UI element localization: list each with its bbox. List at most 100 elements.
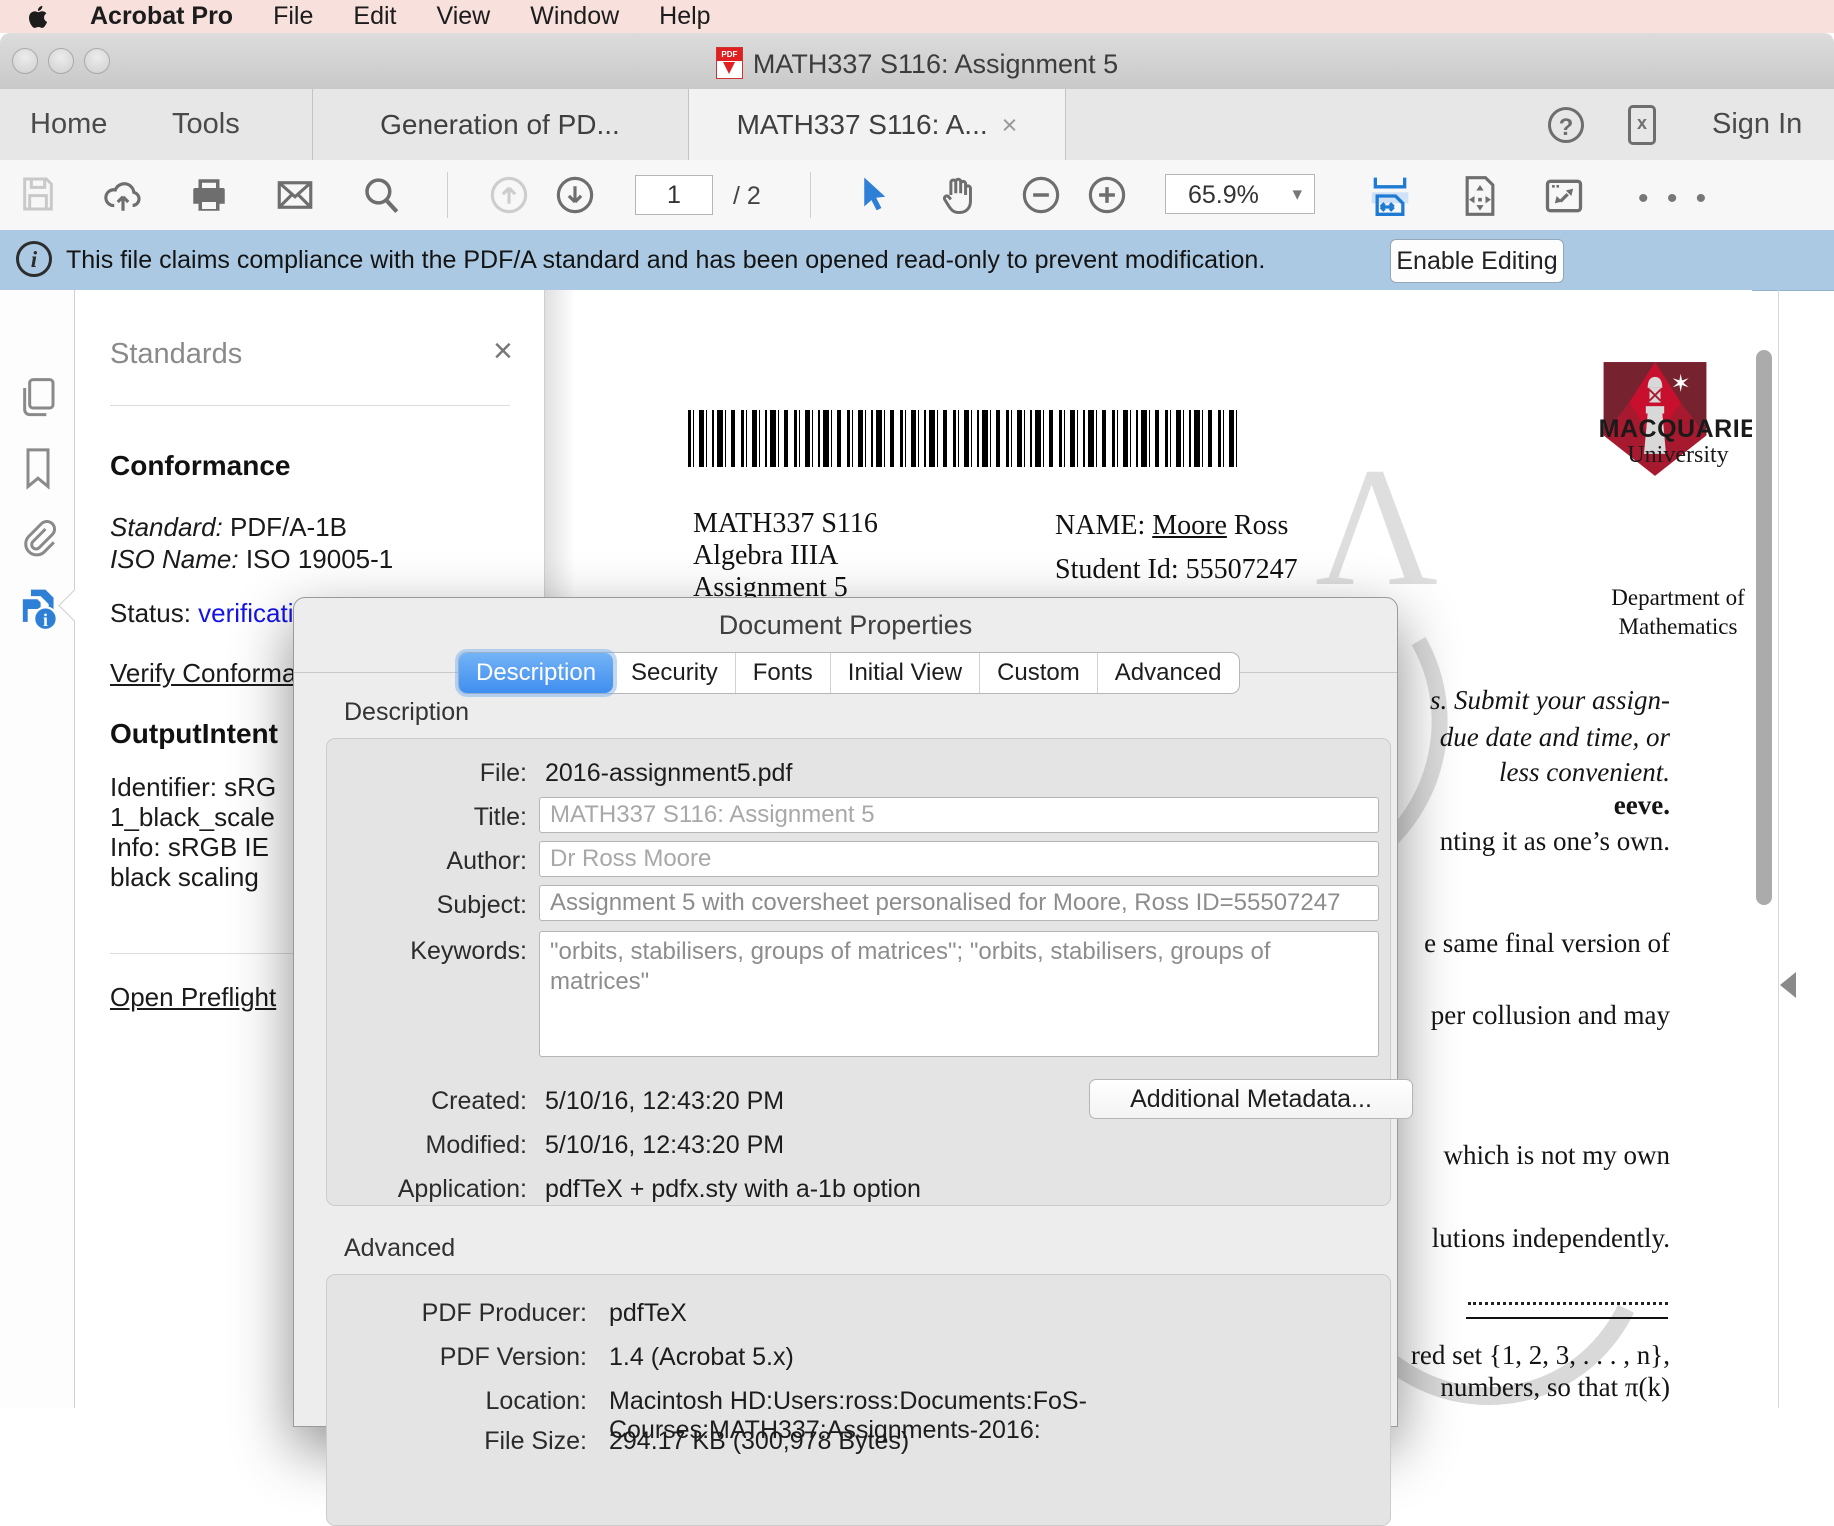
zoom-in-icon[interactable] bbox=[1086, 174, 1128, 216]
signature-line bbox=[1466, 1317, 1668, 1319]
menu-item-file[interactable]: File bbox=[273, 2, 313, 31]
window-title-bar: PDFMATH337 S116: Assignment 5 bbox=[0, 33, 1834, 90]
page-thumbnails-icon[interactable] bbox=[18, 376, 58, 420]
description-group-box: File: 2016-assignment5.pdf Title: MATH33… bbox=[326, 738, 1391, 1206]
subject-label: Subject: bbox=[387, 891, 527, 920]
author-label: Author: bbox=[387, 847, 527, 876]
attachments-icon[interactable] bbox=[18, 516, 58, 562]
title-field[interactable]: MATH337 S116: Assignment 5 bbox=[539, 797, 1379, 833]
page-text: which is not my own bbox=[1444, 1140, 1671, 1171]
doc-tab-generation[interactable]: Generation of PD... bbox=[312, 89, 688, 160]
advanced-section-label: Advanced bbox=[344, 1234, 455, 1263]
document-properties-dialog: Document Properties Description Security… bbox=[293, 597, 1398, 1427]
application-value: pdfTeX + pdfx.sty with a-1b option bbox=[545, 1175, 921, 1204]
course-block: MATH337 S116 Algebra IIIA Assignment 5 bbox=[693, 508, 878, 604]
open-preflight-link[interactable]: Open Preflight bbox=[110, 982, 276, 1013]
tab-separator bbox=[1065, 89, 1066, 160]
hand-tool-icon[interactable] bbox=[936, 174, 978, 216]
mobile-device-icon[interactable]: x bbox=[1628, 105, 1656, 145]
application-label: Application: bbox=[347, 1175, 527, 1204]
enable-editing-button[interactable]: Enable Editing bbox=[1390, 239, 1564, 283]
menu-item-acrobat-pro[interactable]: Acrobat Pro bbox=[90, 2, 233, 31]
created-value: 5/10/16, 12:43:20 PM bbox=[545, 1087, 784, 1116]
menu-item-window[interactable]: Window bbox=[530, 2, 619, 31]
email-icon[interactable] bbox=[274, 174, 316, 216]
vertical-scrollbar-thumb[interactable] bbox=[1756, 350, 1772, 905]
page-text: eeve. bbox=[1614, 790, 1670, 821]
location-label: Location: bbox=[387, 1387, 587, 1416]
file-size-label: File Size: bbox=[387, 1427, 587, 1456]
collapse-panel-icon[interactable] bbox=[1780, 972, 1796, 998]
standard-line: Standard: PDF/A-1B bbox=[110, 512, 347, 543]
svg-text:i: i bbox=[43, 610, 48, 630]
save-icon[interactable] bbox=[18, 174, 58, 214]
tab-security[interactable]: Security bbox=[613, 653, 735, 693]
tab-initial-view[interactable]: Initial View bbox=[830, 653, 979, 693]
pdf-producer-label: PDF Producer: bbox=[387, 1299, 587, 1328]
output-line: Identifier: sRG bbox=[110, 772, 276, 803]
modified-label: Modified: bbox=[387, 1131, 527, 1160]
tab-home[interactable]: Home bbox=[30, 108, 107, 141]
student-name-block: NAME: Moore Ross Student Id: 55507247 bbox=[1055, 510, 1298, 586]
zoom-level-select[interactable]: 65.9%▾ bbox=[1165, 174, 1315, 214]
search-icon[interactable] bbox=[360, 174, 402, 216]
page-text: red set {1, 2, 3, . . . , n}, bbox=[1411, 1340, 1670, 1371]
subject-field[interactable]: Assignment 5 with coversheet personalise… bbox=[539, 885, 1379, 921]
file-label: File: bbox=[387, 759, 527, 788]
signature-dotted-line bbox=[1468, 1302, 1668, 1305]
author-field[interactable]: Dr Ross Moore bbox=[539, 841, 1379, 877]
standards-panel-icon[interactable]: i bbox=[18, 586, 60, 632]
tab-custom[interactable]: Custom bbox=[979, 653, 1097, 693]
pdf-version-label: PDF Version: bbox=[387, 1343, 587, 1372]
tab-tools[interactable]: Tools bbox=[172, 108, 240, 141]
cloud-upload-icon[interactable] bbox=[102, 174, 144, 216]
apple-menu-icon[interactable] bbox=[28, 4, 50, 30]
tab-close-icon[interactable]: × bbox=[1002, 110, 1018, 140]
fullscreen-icon[interactable] bbox=[1542, 174, 1586, 218]
chevron-down-icon: ▾ bbox=[1292, 175, 1302, 215]
page-text: numbers, so that π(k) bbox=[1440, 1372, 1670, 1403]
print-icon[interactable] bbox=[188, 174, 230, 216]
pdf-producer-value: pdfTeX bbox=[609, 1299, 687, 1328]
tab-description[interactable]: Description bbox=[459, 653, 613, 693]
doc-tab-math337[interactable]: MATH337 S116: A...× bbox=[689, 89, 1065, 160]
keywords-label: Keywords: bbox=[387, 937, 527, 966]
tab-advanced[interactable]: Advanced bbox=[1097, 653, 1239, 693]
fit-width-icon[interactable] bbox=[1368, 174, 1412, 218]
title-label: Title: bbox=[387, 803, 527, 832]
panel-close-icon[interactable]: × bbox=[493, 332, 513, 371]
sign-in-button[interactable]: Sign In bbox=[1712, 108, 1802, 141]
tab-fonts[interactable]: Fonts bbox=[735, 653, 830, 693]
window-title: PDFMATH337 S116: Assignment 5 bbox=[0, 47, 1834, 80]
zoom-out-icon[interactable] bbox=[1020, 174, 1062, 216]
select-tool-icon[interactable] bbox=[852, 174, 894, 216]
help-icon[interactable]: ? bbox=[1548, 107, 1584, 143]
menu-bar: Acrobat Pro File Edit View Window Help bbox=[0, 0, 1834, 33]
info-icon: i bbox=[16, 241, 52, 277]
page-number-input[interactable]: 1 bbox=[635, 175, 713, 215]
menu-item-edit[interactable]: Edit bbox=[353, 2, 396, 31]
svg-text:✶: ✶ bbox=[1671, 371, 1691, 398]
additional-metadata-button[interactable]: Additional Metadata... bbox=[1089, 1079, 1413, 1119]
output-line: 1_black_scale bbox=[110, 802, 275, 833]
document-tab-bar: Home Tools Generation of PD... MATH337 S… bbox=[0, 89, 1834, 161]
previous-page-icon[interactable] bbox=[488, 174, 530, 216]
dialog-tab-strip: Description Security Fonts Initial View … bbox=[458, 652, 1240, 694]
menu-item-help[interactable]: Help bbox=[659, 2, 710, 31]
bookmarks-icon[interactable] bbox=[18, 446, 58, 492]
fit-page-icon[interactable] bbox=[1458, 174, 1502, 218]
keywords-field[interactable]: "orbits, stabilisers, groups of matrices… bbox=[539, 931, 1379, 1057]
pdfa-notice-bar: i This file claims compliance with the P… bbox=[0, 230, 1834, 291]
next-page-icon[interactable] bbox=[554, 174, 596, 216]
menu-item-view[interactable]: View bbox=[436, 2, 490, 31]
more-tools-icon[interactable]: • • • bbox=[1638, 182, 1711, 216]
page-text: due date and time, or bbox=[1440, 722, 1670, 753]
notice-message: This file claims compliance with the PDF… bbox=[66, 246, 1265, 275]
description-section-label: Description bbox=[344, 698, 469, 727]
file-size-value: 294.17 KB (300,978 Bytes) bbox=[609, 1427, 909, 1456]
iso-line: ISO Name: ISO 19005-1 bbox=[110, 544, 393, 575]
dialog-title: Document Properties bbox=[294, 610, 1397, 641]
page-text: e same final version of bbox=[1424, 928, 1670, 959]
file-value: 2016-assignment5.pdf bbox=[545, 759, 792, 788]
output-line: Info: sRGB IE bbox=[110, 832, 269, 863]
